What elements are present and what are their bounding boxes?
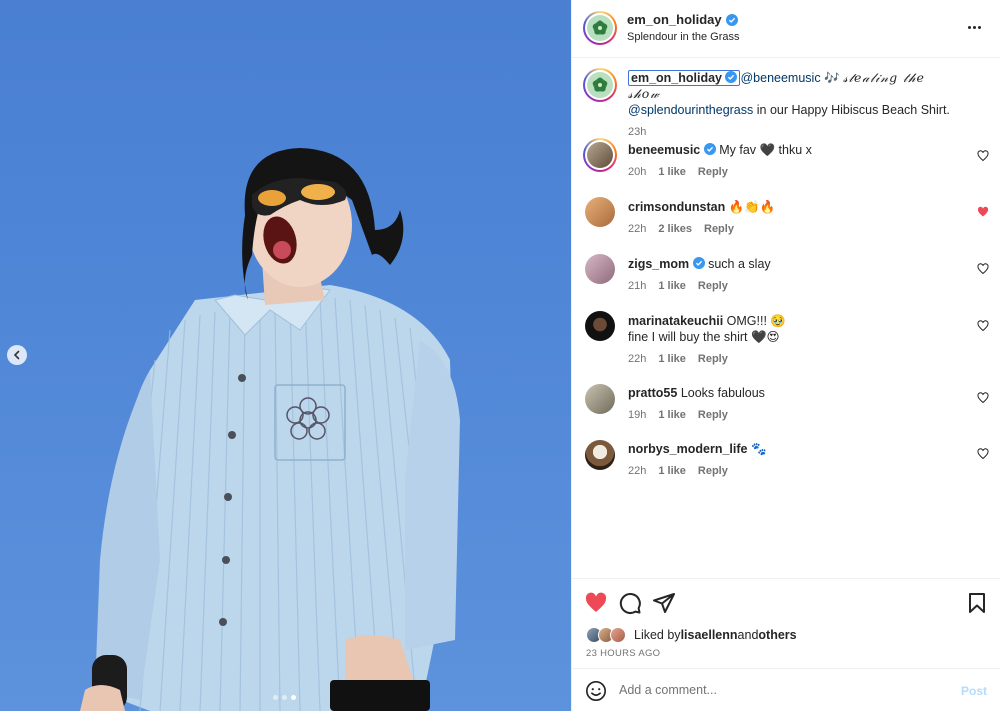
save-bookmark-icon[interactable] <box>965 591 989 615</box>
comment: pratto55 Looks fabulous 19h 1 like Reply <box>628 385 968 423</box>
post-caption: em_on_holiday @beneemusic 🎶 𝓈𝓉𝑒𝒶𝓁𝒾𝓃𝑔 𝓉𝒽𝑒… <box>628 70 958 140</box>
comment-username[interactable]: pratto55 <box>628 386 677 400</box>
hibiscus-logo-icon <box>592 20 608 35</box>
caption-mention[interactable]: @splendourinthegrass <box>628 103 753 117</box>
comment-time[interactable]: 22h <box>628 221 646 237</box>
comment: zigs_mom such a slay 21h 1 like Reply <box>628 256 968 294</box>
commenter-avatar[interactable] <box>585 254 615 284</box>
hibiscus-logo-icon <box>592 77 608 92</box>
comment-text: 🔥👏🔥 <box>728 200 776 214</box>
post-header: em_on_holiday Splendour in the Grass <box>572 0 1000 58</box>
comment-text: OMG!!! 🥹 <box>726 314 786 328</box>
comment-like-icon[interactable] <box>977 448 989 460</box>
liked-by-prefix: Liked by <box>634 628 681 642</box>
comment-time[interactable]: 20h <box>628 164 646 180</box>
comment-like-icon[interactable] <box>977 392 989 404</box>
liked-by-summary: Liked by lisaellenn and others <box>586 627 797 643</box>
comment: norbys_modern_life 🐾 22h 1 like Reply <box>628 441 968 479</box>
post-photo <box>80 148 460 711</box>
post-location[interactable]: Splendour in the Grass <box>627 31 740 43</box>
comment-like-icon[interactable] <box>977 263 989 275</box>
comment-liked-heart-icon[interactable] <box>977 206 989 218</box>
comment-text: such a slay <box>708 257 771 271</box>
comment: crimsondunstan 🔥👏🔥 22h 2 likes Reply <box>628 199 968 237</box>
caption-author-avatar[interactable] <box>583 68 617 102</box>
comment: marinatakeuchii OMG!!! 🥹 fine I will buy… <box>628 313 968 367</box>
comment-likes[interactable]: 1 like <box>658 463 686 479</box>
verified-badge-icon <box>725 13 738 26</box>
comment-composer: Post <box>572 668 1000 711</box>
previous-slide-button[interactable] <box>7 345 27 365</box>
verified-badge-icon <box>725 71 738 83</box>
comment-likes[interactable]: 1 like <box>658 164 686 180</box>
caption-username[interactable]: em_on_holiday <box>628 70 741 86</box>
liked-by-and: and <box>737 628 759 642</box>
comment-likes[interactable]: 2 likes <box>658 221 692 237</box>
like-heart-icon[interactable] <box>584 591 608 615</box>
reply-button[interactable]: Reply <box>698 407 728 423</box>
emoji-picker-icon[interactable] <box>585 680 607 702</box>
comment-username[interactable]: crimsondunstan <box>628 200 725 214</box>
comment-username[interactable]: beneemusic <box>628 143 700 157</box>
comment-time[interactable]: 22h <box>628 463 646 479</box>
comment-likes[interactable]: 1 like <box>658 351 686 367</box>
commenter-avatar[interactable] <box>585 311 615 341</box>
liker-avatars[interactable] <box>586 627 630 643</box>
comment-like-icon[interactable] <box>977 150 989 162</box>
comment-username[interactable]: norbys_modern_life <box>628 442 747 456</box>
reply-button[interactable]: Reply <box>698 278 728 294</box>
share-send-icon[interactable] <box>652 591 676 615</box>
caption-time[interactable]: 23h <box>628 124 646 140</box>
more-options-icon[interactable] <box>965 20 983 34</box>
comment-text-line2: fine I will buy the shirt 🖤😍 <box>628 330 780 344</box>
post-timestamp[interactable]: 23 HOURS AGO <box>586 648 660 659</box>
comment-like-icon[interactable] <box>977 320 989 332</box>
reply-button[interactable]: Reply <box>698 164 728 180</box>
comment-username[interactable]: marinatakeuchii <box>628 314 723 328</box>
post-side-panel: em_on_holiday Splendour in the Grass em_… <box>571 0 1000 711</box>
liked-by-user[interactable]: lisaellenn <box>681 628 738 642</box>
post-media[interactable] <box>0 0 571 711</box>
comment-bubble-icon[interactable] <box>618 591 642 615</box>
music-emoji: 🎶 <box>824 71 840 85</box>
comment: beneemusic My fav 🖤 thku x 20h 1 like Re… <box>628 142 968 180</box>
commenter-avatar[interactable] <box>585 440 615 470</box>
comment-username[interactable]: zigs_mom <box>628 257 689 271</box>
post-actions: Liked by lisaellenn and others 23 HOURS … <box>572 578 1000 668</box>
reply-button[interactable]: Reply <box>704 221 734 237</box>
comment-text: Looks fabulous <box>680 386 765 400</box>
commenter-avatar[interactable] <box>585 197 615 227</box>
caption-text: in our Happy Hibiscus Beach Shirt. <box>753 103 950 117</box>
comments-list: em_on_holiday @beneemusic 🎶 𝓈𝓉𝑒𝒶𝓁𝒾𝓃𝑔 𝓉𝒽𝑒… <box>572 58 1000 578</box>
author-username[interactable]: em_on_holiday <box>627 12 722 27</box>
add-comment-input[interactable] <box>619 679 939 701</box>
commenter-avatar[interactable] <box>583 138 617 172</box>
comment-time[interactable]: 19h <box>628 407 646 423</box>
comment-likes[interactable]: 1 like <box>658 278 686 294</box>
author-avatar[interactable] <box>583 11 617 45</box>
commenter-avatar[interactable] <box>585 384 615 414</box>
verified-badge-icon <box>692 257 705 269</box>
reply-button[interactable]: Reply <box>698 351 728 367</box>
carousel-indicator <box>273 695 296 700</box>
chevron-left-icon <box>13 350 20 360</box>
carousel-dot <box>282 695 287 700</box>
comment-time[interactable]: 21h <box>628 278 646 294</box>
post-comment-button[interactable]: Post <box>961 684 987 698</box>
comment-time[interactable]: 22h <box>628 351 646 367</box>
comment-likes[interactable]: 1 like <box>658 407 686 423</box>
comment-text: 🐾 <box>750 442 767 456</box>
carousel-dot-active <box>291 695 296 700</box>
caption-mention[interactable]: @beneemusic <box>740 71 820 85</box>
carousel-dot <box>273 695 278 700</box>
comment-text: My fav 🖤 thku x <box>719 143 812 157</box>
verified-badge-icon <box>703 143 716 155</box>
liked-by-others[interactable]: others <box>758 628 796 642</box>
reply-button[interactable]: Reply <box>698 463 728 479</box>
